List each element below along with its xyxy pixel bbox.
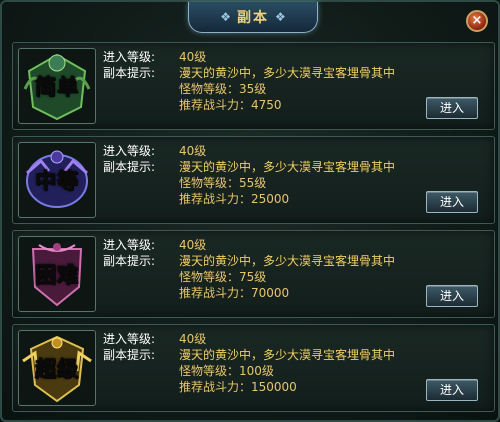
dungeon-window: ❖ 副本 ❖ × 简单 进入等级: 40级 副本提示: 漫天的黄沙中，多少大漠寻宝客… [0,0,500,422]
level-label: 进入等级: [103,144,156,158]
dungeon-panel-super: 超级 进入等级: 40级 副本提示: 漫天的黄沙中，多少大漠寻宝客埋骨其中 怪物等级… [12,324,495,412]
hint-text: 漫天的黄沙中，多少大漠寻宝客埋骨其中 [179,254,396,268]
recommended-power: 推荐战斗力：70000 [179,286,290,300]
recommended-power: 推荐战斗力：4750 [179,98,282,112]
emblem-label: 简单 [35,75,79,100]
level-value: 40级 [179,332,207,346]
close-button[interactable]: × [466,10,488,32]
emblem-label: 困难 [35,263,79,288]
level-label: 进入等级: [103,50,156,64]
enter-button[interactable]: 进入 [426,379,478,401]
ornament-icon: ❖ [220,10,231,24]
emblem-hard-icon: 困难 [18,236,96,312]
monster-level: 怪物等级：55级 [179,176,267,190]
monster-level: 怪物等级：75级 [179,270,267,284]
hint-label: 副本提示: [103,160,156,174]
monster-level: 怪物等级：35级 [179,82,267,96]
emblem-label: 中等 [35,169,79,194]
level-label: 进入等级: [103,238,156,252]
hint-label: 副本提示: [103,254,156,268]
emblem-medium-icon: 中等 [18,142,96,218]
title-plate: ❖ 副本 ❖ [188,2,318,33]
level-label: 进入等级: [103,332,156,346]
recommended-power: 推荐战斗力：150000 [179,380,297,394]
enter-button[interactable]: 进入 [426,191,478,213]
hint-text: 漫天的黄沙中，多少大漠寻宝客埋骨其中 [179,348,396,362]
ornament-icon: ❖ [275,10,286,24]
hint-label: 副本提示: [103,66,156,80]
monster-level: 怪物等级：100级 [179,364,274,378]
window-title: 副本 [237,10,269,26]
emblem-super-icon: 超级 [18,330,96,406]
hint-text: 漫天的黄沙中，多少大漠寻宝客埋骨其中 [179,66,396,80]
dungeon-panel-easy: 简单 进入等级: 40级 副本提示: 漫天的黄沙中，多少大漠寻宝客埋骨其中 怪物等级… [12,42,495,130]
enter-button[interactable]: 进入 [426,97,478,119]
emblem-easy-icon: 简单 [18,48,96,124]
recommended-power: 推荐战斗力：25000 [179,192,290,206]
hint-text: 漫天的黄沙中，多少大漠寻宝客埋骨其中 [179,160,396,174]
dungeon-panel-medium: 中等 进入等级: 40级 副本提示: 漫天的黄沙中，多少大漠寻宝客埋骨其中 怪物等级… [12,136,495,224]
dungeon-panel-hard: 困难 进入等级: 40级 副本提示: 漫天的黄沙中，多少大漠寻宝客埋骨其中 怪物等级… [12,230,495,318]
level-value: 40级 [179,238,207,252]
level-value: 40级 [179,50,207,64]
enter-button[interactable]: 进入 [426,285,478,307]
emblem-label: 超级 [35,357,79,382]
hint-label: 副本提示: [103,348,156,362]
level-value: 40级 [179,144,207,158]
